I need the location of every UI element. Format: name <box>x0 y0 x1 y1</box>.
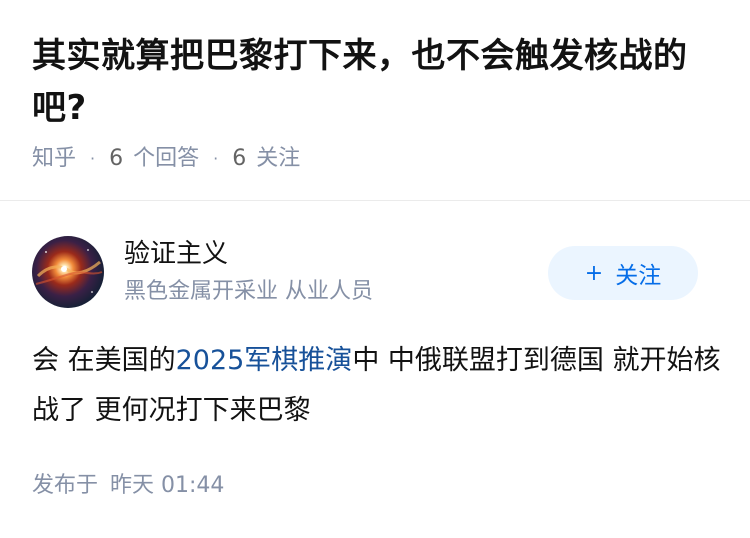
followers-label[interactable]: 关注 <box>256 143 300 175</box>
question-meta: 知乎 · 6 个回答 · 6 关注 <box>32 143 300 175</box>
author-description: 黑色金属开采业 从业人员 <box>124 279 373 304</box>
answers-count: 6 <box>109 146 124 171</box>
answers-label[interactable]: 个回答 <box>133 143 199 175</box>
answer-content: 会 在美国的2025军棋推演中 中俄联盟打到德国 就开始核战了 更何况打下来巴黎 <box>32 336 722 436</box>
avatar[interactable] <box>32 236 104 308</box>
publish-info: 发布于 昨天 01:44 <box>32 470 224 502</box>
question-title[interactable]: 其实就算把巴黎打下来，也不会触发核战的吧? <box>32 30 722 134</box>
section-divider <box>0 200 750 201</box>
followers-count: 6 <box>232 146 247 171</box>
published-label: 发布于 <box>32 473 99 498</box>
galaxy-avatar-art <box>35 249 103 293</box>
meta-separator: · <box>213 149 219 168</box>
plus-icon: + <box>584 260 604 286</box>
published-time: 昨天 01:44 <box>110 473 225 498</box>
follow-button-label: 关注 <box>615 263 662 289</box>
meta-separator: · <box>90 149 96 168</box>
question-page: 其实就算把巴黎打下来，也不会触发核战的吧? 知乎 · 6 个回答 · 6 关注 … <box>0 0 750 538</box>
author-name[interactable]: 验证主义 <box>124 236 228 272</box>
answer-text-start: 会 在美国的 <box>32 345 176 376</box>
site-name[interactable]: 知乎 <box>32 143 76 175</box>
follow-button[interactable]: + 关注 <box>548 246 698 300</box>
answer-link[interactable]: 2025军棋推演 <box>176 345 353 376</box>
